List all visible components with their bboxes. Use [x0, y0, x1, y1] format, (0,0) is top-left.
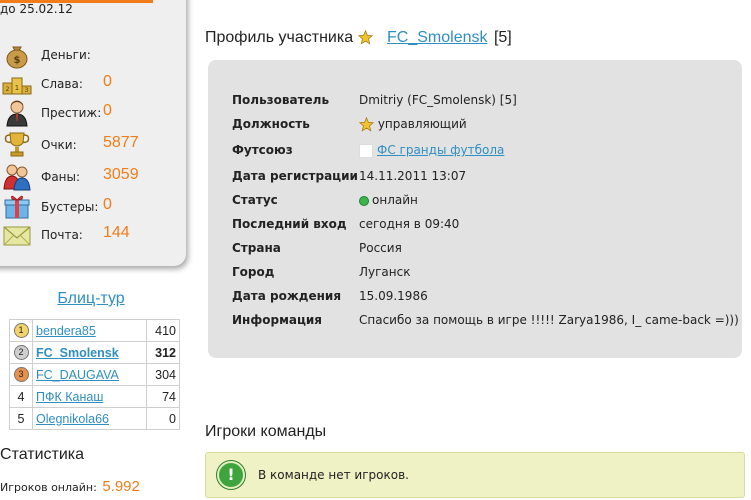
table-row: 3 FC_DAUGAVA 304 — [9, 363, 180, 386]
team-link[interactable]: FC_DAUGAVA — [36, 368, 119, 382]
profile-header: Профиль участника FC_Smolensk [5] — [205, 29, 512, 47]
resource-value: 3059 — [103, 166, 139, 183]
resource-label: Престиж: — [41, 106, 102, 120]
resource-value: 5877 — [103, 134, 139, 151]
resource-glory[interactable]: 1 2 3 Слава: 0 — [0, 70, 186, 100]
field-value: Спасибо за помощь в игре !!!!! Zarya1986… — [359, 313, 739, 327]
field-label: Футсоюз — [232, 143, 293, 157]
svg-text:2: 2 — [6, 86, 10, 93]
field-label: Пользователь — [232, 93, 330, 107]
blitz-tour-link[interactable]: Блиц-тур — [0, 290, 182, 308]
field-value: Dmitriy (FC_Smolensk) [5] — [359, 93, 517, 107]
field-label: Город — [232, 265, 275, 279]
table-row: 4 ПФК Канаш 74 — [9, 385, 180, 408]
svg-text:1: 1 — [15, 84, 19, 92]
team-players-heading: Игроки команды — [205, 423, 327, 440]
place-cell: 4 — [9, 385, 33, 408]
no-players-notice: ! В команде нет игроков. — [205, 452, 745, 498]
union-link[interactable]: ФС гранды футбола — [377, 143, 504, 157]
svg-text:$: $ — [14, 55, 21, 66]
team-link[interactable]: Olegnikola66 — [36, 412, 109, 426]
resource-label: Слава: — [41, 77, 83, 91]
manager-icon — [6, 100, 28, 127]
players-online-label: Игроков онлайн: — [0, 481, 97, 494]
star-icon — [359, 117, 374, 132]
silver-medal-icon: 2 — [13, 345, 29, 361]
score-cell: 74 — [146, 385, 180, 408]
team-link[interactable]: FC_Smolensk — [387, 29, 487, 46]
score-cell: 312 — [146, 341, 180, 364]
field-value: управляющий — [377, 117, 467, 131]
resource-fans[interactable]: Фаны: 3059 — [0, 163, 186, 193]
fans-icon — [3, 164, 31, 191]
field-value: 15.09.1986 — [359, 289, 428, 303]
statistics-heading: Статистика — [0, 446, 85, 463]
online-status-icon — [359, 195, 369, 206]
team-link[interactable]: bendera85 — [36, 324, 96, 338]
resource-label: Почта: — [41, 228, 83, 242]
field-value: Луганск — [359, 265, 411, 279]
resource-mail[interactable]: Почта: 144 — [0, 221, 186, 251]
exclamation-icon: ! — [217, 461, 245, 489]
field-label: Должность — [232, 117, 310, 131]
field-value: 14.11.2011 13:07 — [359, 169, 467, 183]
resource-label: Фаны: — [41, 170, 81, 184]
resource-points[interactable]: Очки: 5877 — [0, 131, 186, 161]
table-row: 5 Olegnikola66 0 — [9, 407, 180, 430]
field-label: Дата регистрации — [232, 169, 358, 183]
field-label: Страна — [232, 241, 281, 255]
resource-money[interactable]: $ Деньги: — [0, 41, 186, 71]
resource-value: 144 — [103, 224, 130, 241]
blitz-tour-table: 1 bendera85 410 2 FC_Smolensk 312 3 FC_D… — [9, 319, 180, 430]
resource-label: Очки: — [41, 138, 77, 152]
field-value: сегодня в 09:40 — [359, 217, 460, 231]
table-row: 1 bendera85 410 — [9, 319, 180, 342]
resource-value: 0 — [103, 102, 112, 119]
score-cell: 410 — [146, 319, 180, 342]
premium-until-date: до 25.02.12 — [0, 2, 73, 16]
money-bag-icon: $ — [6, 46, 28, 69]
field-label: Последний вход — [232, 217, 347, 231]
gift-box-icon — [4, 195, 30, 219]
trophy-icon — [4, 132, 30, 157]
team-level: [5] — [493, 29, 512, 46]
score-cell: 0 — [146, 407, 180, 430]
resource-value: 0 — [103, 196, 112, 213]
team-link[interactable]: ПФК Канаш — [36, 390, 103, 404]
field-value: Россия — [359, 241, 402, 255]
field-value: онлайн — [372, 193, 418, 207]
bronze-medal-icon: 3 — [13, 367, 29, 383]
field-label: Информация — [232, 313, 322, 327]
resource-label: Бустеры: — [41, 200, 99, 214]
svg-text:3: 3 — [25, 87, 29, 94]
table-row: 2 FC_Smolensk 312 — [9, 341, 180, 364]
page-title: Профиль участника — [205, 29, 354, 46]
mail-envelope-icon — [3, 226, 31, 246]
notice-text: В команде нет игроков. — [258, 468, 409, 482]
field-label: Дата рождения — [232, 289, 342, 303]
star-icon — [357, 30, 373, 45]
resource-value: 0 — [103, 73, 112, 90]
players-online-value: 5.992 — [102, 478, 140, 495]
podium-icon: 1 2 3 — [2, 77, 32, 95]
team-link[interactable]: FC_Smolensk — [36, 346, 119, 360]
players-online: Игроков онлайн: 5.992 — [0, 478, 140, 495]
score-cell: 304 — [146, 363, 180, 386]
resource-prestige[interactable]: Престиж: 0 — [0, 99, 186, 129]
field-label: Статус — [232, 193, 278, 207]
resource-boosters[interactable]: Бустеры: 0 — [0, 193, 186, 223]
resource-label: Деньги: — [41, 48, 91, 62]
gold-medal-icon: 1 — [13, 323, 29, 339]
union-flag-icon — [359, 143, 373, 158]
place-cell: 5 — [9, 407, 33, 430]
